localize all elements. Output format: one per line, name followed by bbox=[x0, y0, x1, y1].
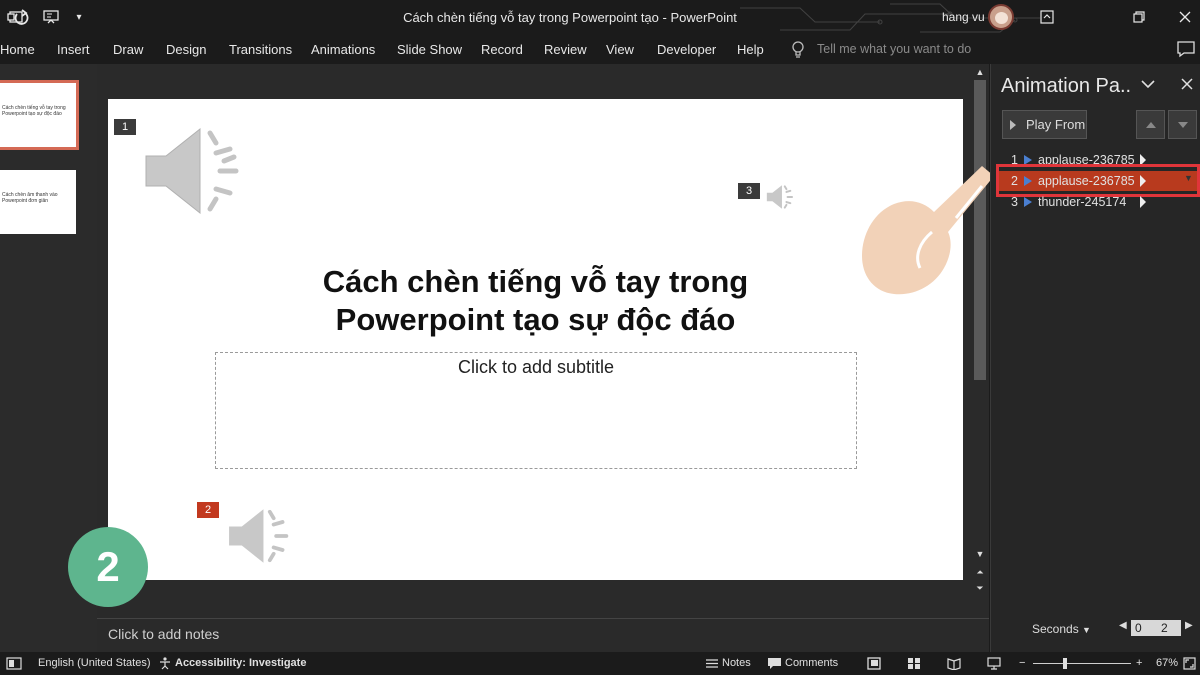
undo-icon[interactable] bbox=[12, 6, 30, 28]
move-up-icon bbox=[1145, 121, 1156, 128]
timeline-end: 2 bbox=[1161, 621, 1168, 635]
tab-slide-show[interactable]: Slide Show bbox=[397, 42, 462, 57]
tab-home[interactable]: Home bbox=[0, 42, 35, 57]
language-status[interactable]: English (United States) bbox=[38, 657, 151, 669]
slide-canvas[interactable]: 1 3 Cách chèn tiếng vỗ tay trong Powerpo… bbox=[108, 99, 963, 580]
move-earlier-button[interactable] bbox=[1136, 110, 1165, 139]
comment-icon[interactable] bbox=[1176, 40, 1196, 58]
tab-transitions[interactable]: Transitions bbox=[229, 42, 292, 57]
user-avatar[interactable] bbox=[988, 4, 1014, 30]
zoom-level[interactable]: 67% bbox=[1156, 657, 1178, 669]
customize-qat-icon[interactable]: ▾ bbox=[72, 6, 86, 28]
tab-record[interactable]: Record bbox=[481, 42, 523, 57]
pointing-hand-icon bbox=[862, 166, 994, 295]
previous-slide-icon[interactable]: ⏶ bbox=[973, 566, 987, 578]
fit-to-window-icon[interactable] bbox=[1183, 657, 1196, 670]
next-slide-icon[interactable]: ⏷ bbox=[973, 582, 987, 594]
seconds-label: Seconds bbox=[1032, 622, 1079, 636]
notes-pane[interactable]: Click to add notes bbox=[97, 618, 989, 652]
tab-view[interactable]: View bbox=[606, 42, 634, 57]
comments-toggle[interactable]: Comments bbox=[785, 657, 838, 669]
tab-design[interactable]: Design bbox=[166, 42, 206, 57]
slide-sorter-icon[interactable] bbox=[907, 657, 921, 670]
tab-draw[interactable]: Draw bbox=[113, 42, 143, 57]
seconds-dropdown[interactable]: Seconds ▼ bbox=[1032, 622, 1091, 636]
move-down-icon bbox=[1177, 121, 1188, 128]
user-name[interactable]: hang vu bbox=[942, 10, 985, 24]
speaker-icon[interactable] bbox=[764, 183, 796, 211]
step-number-badge: 2 bbox=[68, 527, 148, 607]
slideshow-view-icon[interactable] bbox=[987, 657, 1001, 670]
scroll-down-icon[interactable]: ▼ bbox=[973, 548, 987, 560]
play-from-label: Play From bbox=[1026, 117, 1086, 132]
animation-tag: 1 bbox=[114, 119, 136, 135]
timeline-start: 0 bbox=[1135, 621, 1142, 635]
timeline-left-icon[interactable]: ◀ bbox=[1119, 620, 1127, 631]
subtitle-placeholder[interactable]: Click to add subtitle bbox=[215, 352, 857, 469]
tell-me-search[interactable]: Tell me what you want to do bbox=[817, 42, 971, 56]
thumbnail-text: Cách chèn tiếng vỗ tay trong Powerpoint … bbox=[2, 105, 66, 117]
animation-pane: Animation Pa.. Play From 1 applause-2367… bbox=[990, 64, 1200, 652]
notes-icon[interactable] bbox=[705, 658, 719, 669]
timeline-scale[interactable]: ◀ 0 2 ▶ bbox=[1119, 620, 1195, 636]
slide-view-icon[interactable] bbox=[6, 657, 22, 670]
accessibility-status[interactable]: Accessibility: Investigate bbox=[175, 657, 306, 669]
timeline-box: 0 2 bbox=[1131, 620, 1181, 636]
animation-item[interactable]: 3 thunder-245174 bbox=[999, 192, 1199, 212]
ribbon-display-icon[interactable] bbox=[1038, 8, 1056, 26]
slide-title[interactable]: Cách chèn tiếng vỗ tay trong Powerpoint … bbox=[308, 263, 763, 339]
zoom-slider-thumb[interactable] bbox=[1063, 658, 1067, 669]
slide-thumbnail-1[interactable]: Cách chèn tiếng vỗ tay trong Powerpoint … bbox=[0, 80, 79, 150]
animation-pane-title: Animation Pa.. bbox=[1001, 75, 1132, 97]
zoom-in-button[interactable]: + bbox=[1136, 657, 1142, 669]
chevron-down-icon: ▼ bbox=[1082, 625, 1091, 635]
scroll-up-icon[interactable]: ▲ bbox=[973, 66, 987, 78]
timing-bar-icon bbox=[1140, 196, 1146, 208]
normal-view-icon[interactable] bbox=[867, 657, 881, 670]
close-icon[interactable] bbox=[1176, 8, 1194, 26]
pane-options-chevron-icon[interactable] bbox=[1141, 76, 1155, 93]
tab-animations[interactable]: Animations bbox=[311, 42, 375, 57]
pane-close-icon[interactable] bbox=[1181, 74, 1193, 95]
subtitle-placeholder-text: Click to add subtitle bbox=[457, 357, 615, 377]
trigger-play-icon bbox=[1024, 197, 1032, 207]
animation-tag: 3 bbox=[738, 183, 760, 199]
animation-item-name: thunder-245174 bbox=[1038, 195, 1127, 209]
zoom-out-button[interactable]: − bbox=[1019, 657, 1025, 669]
comments-icon[interactable] bbox=[767, 657, 782, 670]
reading-view-icon[interactable] bbox=[947, 657, 961, 670]
ribbon-tabs: Home Insert Draw Design Transitions Anim… bbox=[0, 36, 1200, 64]
move-later-button[interactable] bbox=[1168, 110, 1197, 139]
tab-developer[interactable]: Developer bbox=[657, 42, 716, 57]
accessibility-icon[interactable] bbox=[158, 657, 172, 670]
restore-icon[interactable] bbox=[1130, 8, 1148, 26]
thumbnail-text: Cách chèn âm thanh vào Powerpoint đơn gi… bbox=[2, 192, 58, 204]
tab-insert[interactable]: Insert bbox=[57, 42, 90, 57]
vertical-scrollbar[interactable]: ▲ ▼ ⏶ ⏷ bbox=[971, 64, 989, 618]
notes-placeholder: Click to add notes bbox=[108, 626, 220, 642]
present-icon[interactable] bbox=[42, 6, 60, 28]
speaker-icon[interactable] bbox=[138, 121, 248, 221]
timeline-right-icon[interactable]: ▶ bbox=[1185, 620, 1193, 631]
zoom-slider-track[interactable] bbox=[1033, 663, 1131, 664]
lightbulb-icon[interactable] bbox=[791, 41, 805, 59]
play-icon bbox=[1010, 119, 1016, 130]
speaker-icon[interactable] bbox=[224, 504, 294, 568]
document-title: Cách chèn tiếng vỗ tay trong Powerpoint … bbox=[403, 10, 737, 25]
tab-review[interactable]: Review bbox=[544, 42, 587, 57]
play-from-button[interactable]: Play From bbox=[1002, 110, 1087, 139]
animation-tag: 2 bbox=[197, 502, 219, 518]
notes-toggle[interactable]: Notes bbox=[722, 657, 751, 669]
status-bar: English (United States) Accessibility: I… bbox=[0, 652, 1200, 675]
animation-item-number: 3 bbox=[1011, 195, 1018, 209]
tab-help[interactable]: Help bbox=[737, 42, 764, 57]
slide-thumbnail-2[interactable]: Cách chèn âm thanh vào Powerpoint đơn gi… bbox=[0, 170, 76, 234]
title-bar: ▾ Cách chèn tiếng vỗ tay trong Powerpoin… bbox=[0, 0, 1200, 36]
